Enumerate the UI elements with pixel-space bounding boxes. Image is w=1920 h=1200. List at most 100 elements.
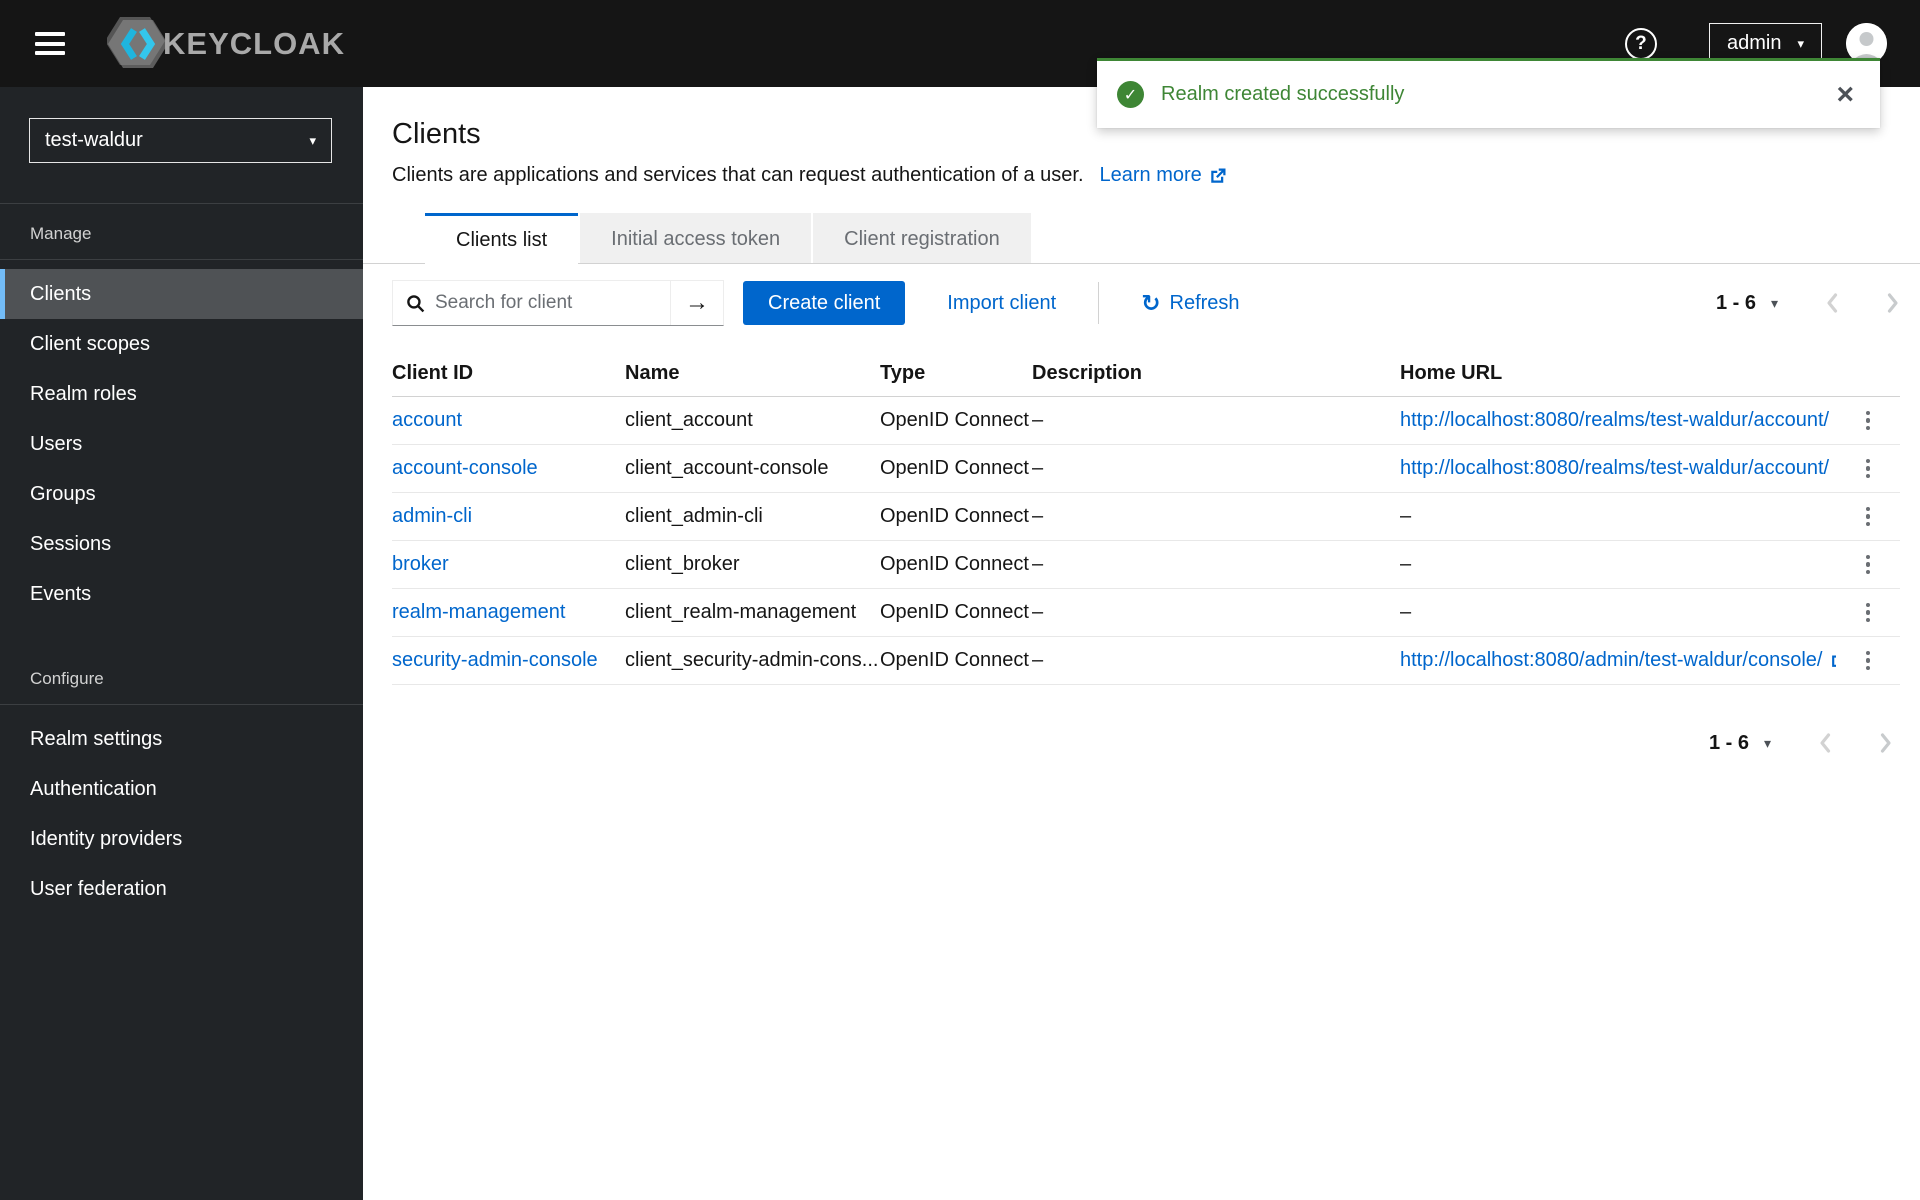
- search-icon: [406, 294, 425, 313]
- kebab-menu-button[interactable]: [1856, 453, 1881, 485]
- previous-page-button[interactable]: [1818, 731, 1832, 755]
- table-header-row: Client ID Name Type Description Home URL: [392, 351, 1900, 397]
- client-id-link[interactable]: realm-management: [392, 601, 565, 623]
- arrow-right-icon: →: [685, 289, 709, 316]
- sidebar-item-realm-roles[interactable]: Realm roles: [0, 369, 363, 419]
- toast-title: Realm created successfully: [1161, 83, 1405, 105]
- search-submit-button[interactable]: →: [671, 281, 723, 325]
- table-row: admin-cli client_admin-cli OpenID Connec…: [392, 493, 1900, 541]
- sidebar-item-user-federation[interactable]: User federation: [0, 864, 363, 914]
- pagination-top: 1 - 6 ▾: [1716, 291, 1900, 315]
- nav-section-manage: Manage: [30, 224, 92, 243]
- close-icon: ×: [1836, 77, 1854, 111]
- client-id-link[interactable]: account-console: [392, 457, 538, 479]
- tab-client-registration[interactable]: Client registration: [813, 213, 1031, 263]
- success-check-icon: ✓: [1117, 81, 1144, 108]
- table-row: security-admin-console client_security-a…: [392, 637, 1900, 685]
- sidebar-item-authentication[interactable]: Authentication: [0, 764, 363, 814]
- chevron-left-icon: [1820, 733, 1831, 753]
- client-id-link[interactable]: security-admin-console: [392, 649, 598, 671]
- client-description: –: [1032, 553, 1044, 575]
- chevron-right-icon: [1887, 293, 1898, 313]
- home-url-empty: –: [1400, 553, 1412, 575]
- tab-initial-access-token[interactable]: Initial access token: [580, 213, 812, 263]
- sidebar-item-client-scopes[interactable]: Client scopes: [0, 319, 363, 369]
- refresh-icon: ↻: [1141, 289, 1161, 316]
- client-name: client_realm-management: [625, 601, 857, 623]
- sidebar-item-realm-settings[interactable]: Realm settings: [0, 714, 363, 764]
- client-id-link[interactable]: account: [392, 409, 462, 431]
- client-id-link[interactable]: admin-cli: [392, 505, 472, 527]
- kebab-menu-button[interactable]: [1856, 645, 1881, 677]
- column-header-home-url: Home URL: [1400, 362, 1503, 384]
- sidebar-item-groups[interactable]: Groups: [0, 469, 363, 519]
- clients-table: Client ID Name Type Description Home URL…: [363, 351, 1920, 685]
- create-client-button[interactable]: Create client: [743, 281, 906, 325]
- chevron-right-icon: [1880, 733, 1891, 753]
- client-name: client_admin-cli: [625, 505, 763, 527]
- chevron-down-icon: ▾: [309, 132, 316, 148]
- toast-close-button[interactable]: ×: [1832, 77, 1858, 111]
- tab-clients-list[interactable]: Clients list: [425, 213, 579, 264]
- refresh-button[interactable]: ↻ Refresh: [1141, 289, 1239, 316]
- chevron-down-icon: ▾: [1797, 35, 1804, 51]
- sidebar-item-sessions[interactable]: Sessions: [0, 519, 363, 569]
- divider: [1098, 282, 1100, 324]
- client-type: OpenID Connect: [880, 553, 1029, 575]
- external-link-icon: [1832, 655, 1836, 667]
- chevron-down-icon[interactable]: ▾: [1771, 295, 1778, 312]
- column-header-type: Type: [880, 362, 926, 384]
- table-row: realm-management client_realm-management…: [392, 589, 1900, 637]
- nav-section-configure: Configure: [30, 669, 104, 688]
- table-row: broker client_broker OpenID Connect – –: [392, 541, 1900, 589]
- tabs: Clients list Initial access token Client…: [363, 213, 1920, 264]
- kebab-menu-button[interactable]: [1856, 549, 1881, 581]
- table-row: account-console client_account-console O…: [392, 445, 1900, 493]
- home-url-link[interactable]: http://localhost:8080/admin/test-waldur/…: [1400, 649, 1836, 672]
- table-toolbar: → Create client Import client ↻ Refresh …: [363, 280, 1920, 326]
- client-type: OpenID Connect: [880, 409, 1029, 431]
- pagination-bottom-wrap: 1 - 6 ▾: [363, 731, 1920, 755]
- success-toast: ✓ Realm created successfully ×: [1097, 58, 1880, 128]
- keycloak-logo: KEYCLOAK: [107, 16, 345, 72]
- next-page-button[interactable]: [1886, 291, 1900, 315]
- pagination-range: 1 - 6: [1708, 731, 1749, 754]
- client-type: OpenID Connect: [880, 649, 1029, 671]
- realm-selector[interactable]: test-waldur ▾: [29, 118, 332, 163]
- client-type: OpenID Connect: [880, 601, 1029, 623]
- client-name: client_account-console: [625, 457, 829, 479]
- home-url-empty: –: [1400, 601, 1412, 623]
- home-url-link[interactable]: http://localhost:8080/realms/test-waldur…: [1400, 457, 1836, 480]
- home-url-link[interactable]: http://localhost:8080/realms/test-waldur…: [1400, 409, 1836, 432]
- client-description: –: [1032, 409, 1044, 431]
- next-page-button[interactable]: [1879, 731, 1893, 755]
- client-name: client_broker: [625, 553, 740, 575]
- keycloak-hexagon-icon: [107, 16, 168, 68]
- client-name: client_security-admin-cons...: [625, 649, 879, 671]
- sidebar: test-waldur ▾ Manage Clients Client scop…: [0, 87, 363, 1200]
- search-box: →: [392, 280, 724, 326]
- client-id-link[interactable]: broker: [392, 553, 449, 575]
- sidebar-item-clients[interactable]: Clients: [0, 269, 363, 319]
- chevron-down-icon[interactable]: ▾: [1764, 735, 1771, 752]
- sidebar-item-users[interactable]: Users: [0, 419, 363, 469]
- chevron-left-icon: [1827, 293, 1838, 313]
- client-description: –: [1032, 649, 1044, 671]
- client-type: OpenID Connect: [880, 457, 1029, 479]
- previous-page-button[interactable]: [1825, 291, 1839, 315]
- column-header-client-id: Client ID: [392, 362, 474, 384]
- client-description: –: [1032, 505, 1044, 527]
- hamburger-menu-icon[interactable]: [35, 32, 65, 55]
- table-row: account client_account OpenID Connect – …: [392, 397, 1900, 445]
- help-icon[interactable]: ?: [1624, 27, 1657, 60]
- brand-wordmark: KEYCLOAK: [163, 25, 345, 61]
- kebab-menu-button[interactable]: [1856, 501, 1881, 533]
- kebab-menu-button[interactable]: [1856, 405, 1881, 437]
- learn-more-link[interactable]: Learn more: [1100, 164, 1227, 187]
- import-client-link[interactable]: Import client: [947, 292, 1056, 315]
- sidebar-item-events[interactable]: Events: [0, 569, 363, 619]
- sidebar-item-identity-providers[interactable]: Identity providers: [0, 814, 363, 864]
- column-header-description: Description: [1032, 362, 1143, 384]
- search-input[interactable]: [425, 292, 670, 314]
- kebab-menu-button[interactable]: [1856, 597, 1881, 629]
